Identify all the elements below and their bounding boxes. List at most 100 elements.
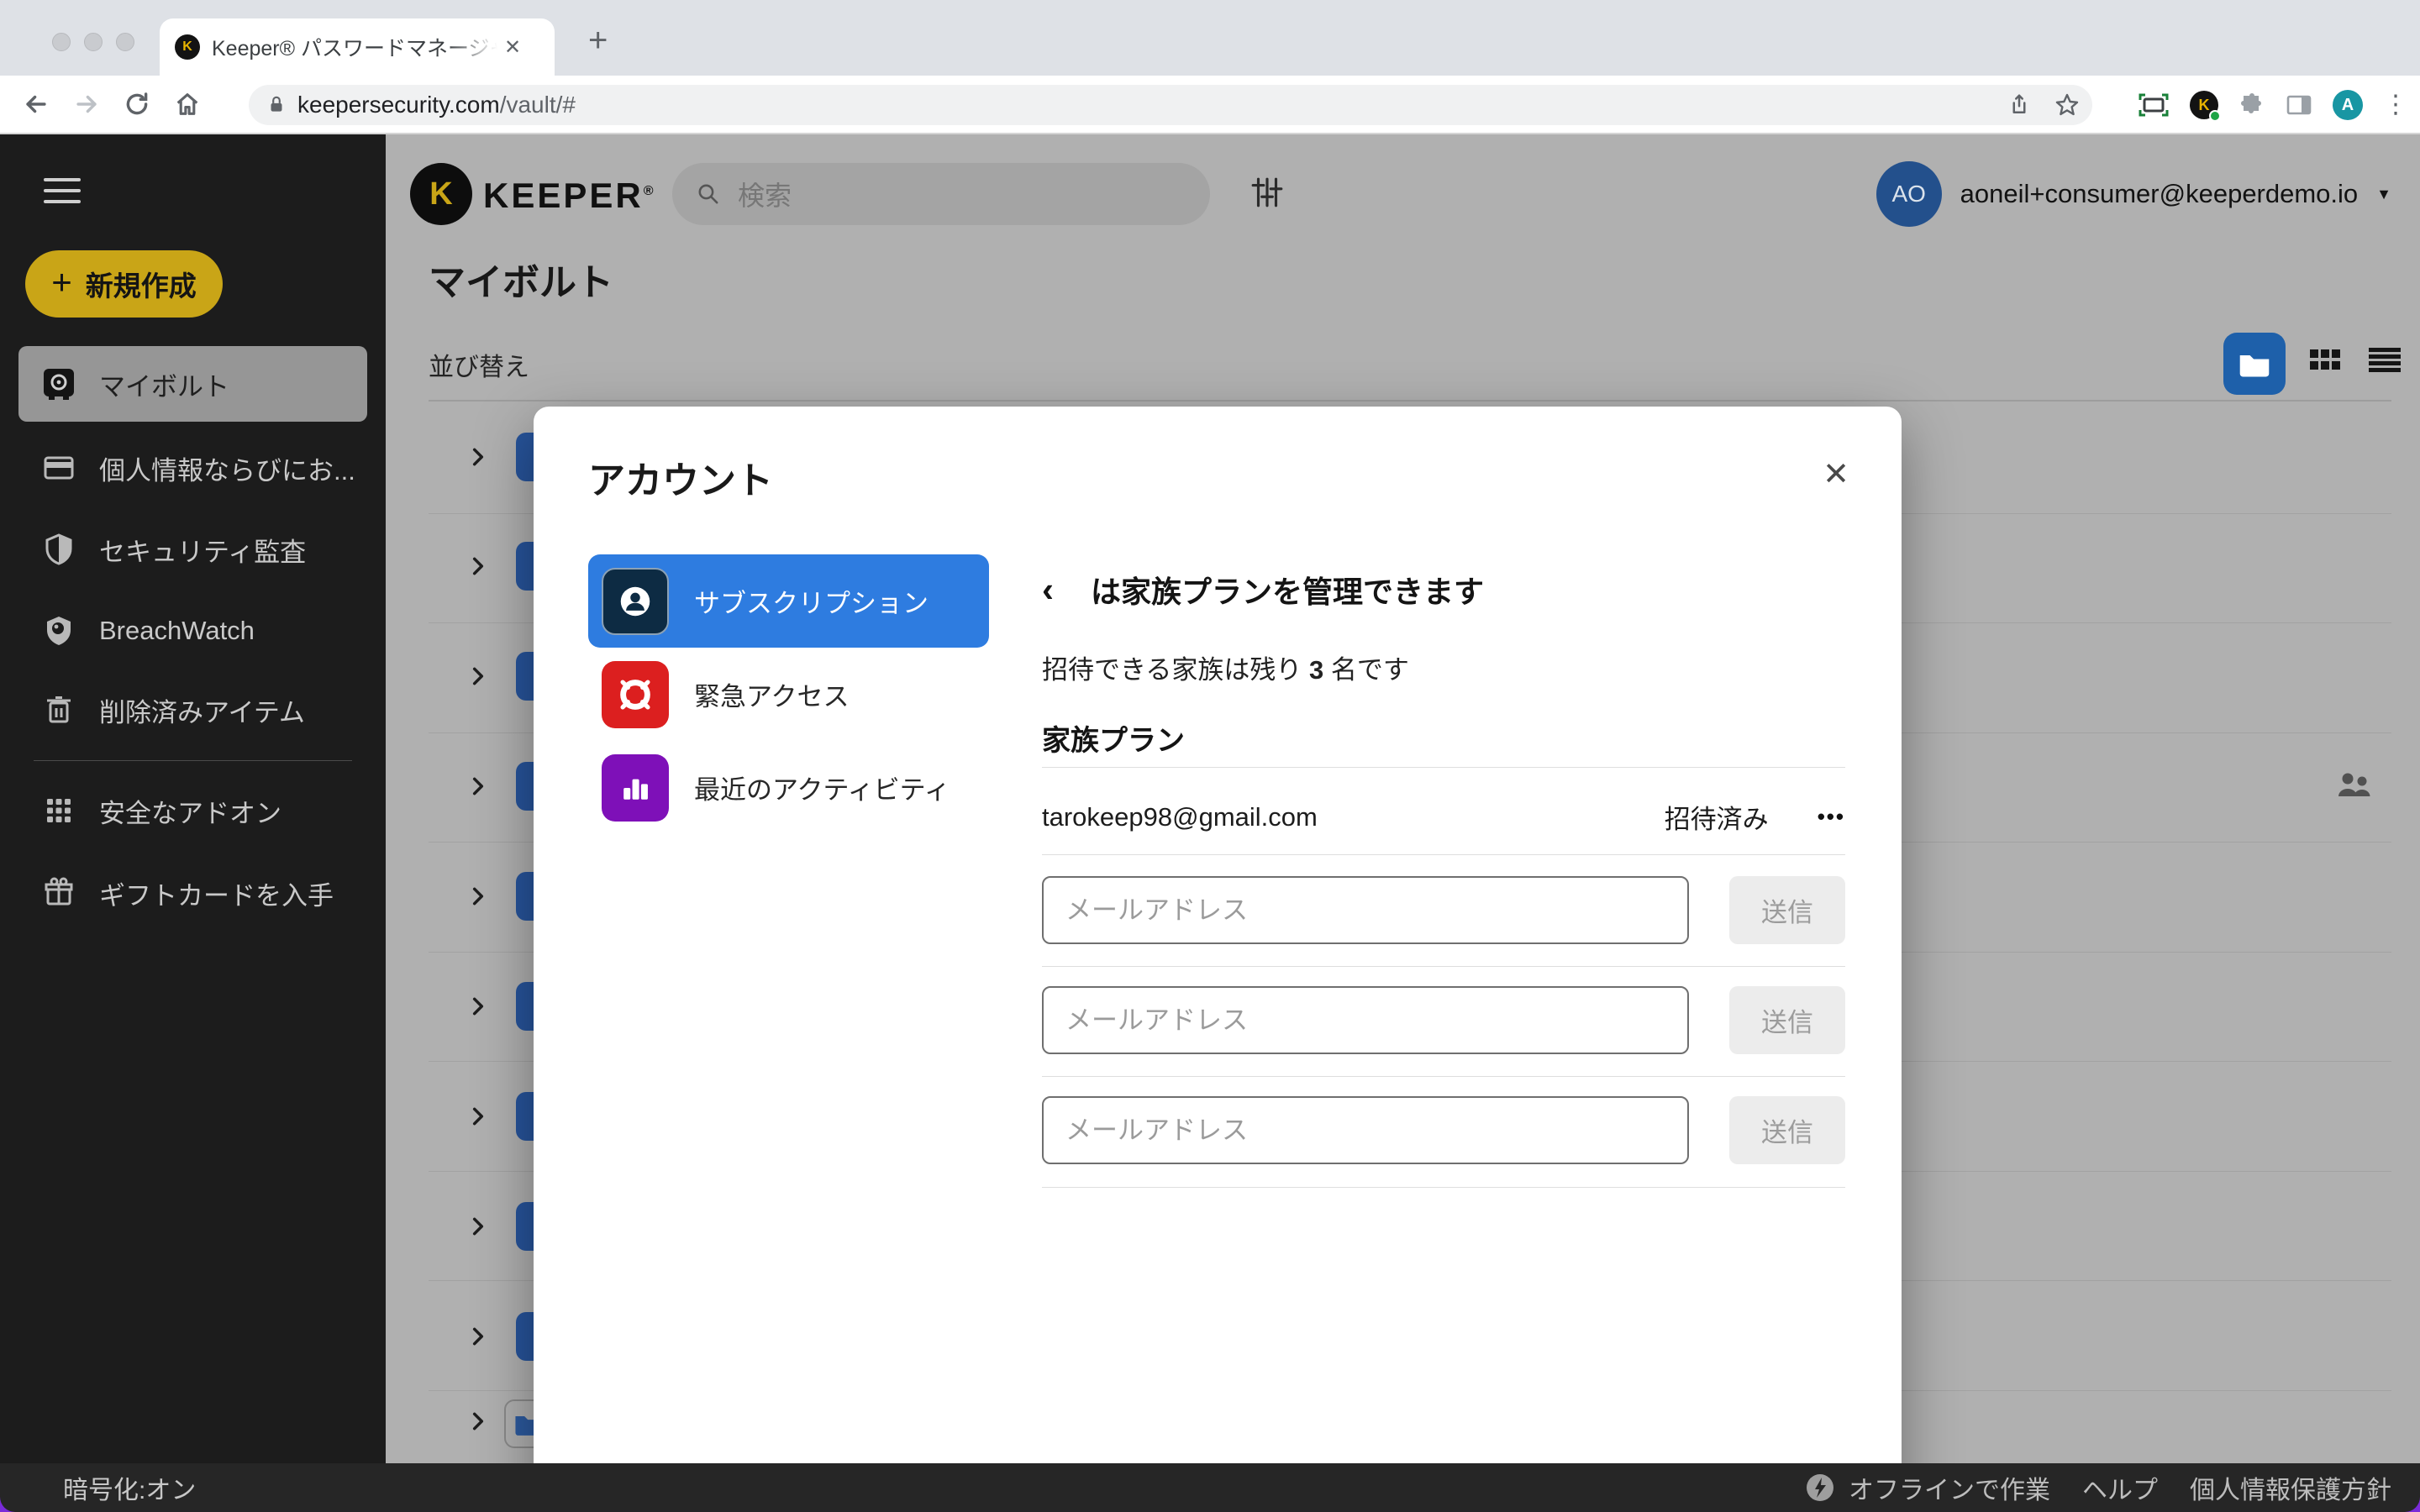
invite-row: 送信 — [1042, 986, 1845, 1054]
url-bar[interactable]: keepersecurity.com/vault/# — [249, 85, 2092, 125]
offline-mode-link[interactable]: オフラインで作業 — [1805, 1469, 2050, 1506]
account-avatar: AO — [1876, 161, 1942, 227]
folder-view-button[interactable] — [2223, 333, 2286, 395]
modal-menu-item-recent-activity[interactable]: 最近のアクティビティ — [588, 741, 989, 834]
sidebar: + 新規作成 マイボルト 個人情報ならびにお... セキュリティ監査 — [0, 134, 386, 1512]
divider — [1042, 1076, 1845, 1077]
create-new-label: 新規作成 — [86, 264, 197, 304]
chevron-right-icon[interactable] — [467, 446, 489, 468]
sidebar-item-label: セキュリティ監査 — [99, 531, 306, 569]
send-invite-button[interactable]: 送信 — [1729, 986, 1845, 1054]
gift-icon — [40, 876, 77, 910]
send-invite-button[interactable]: 送信 — [1729, 876, 1845, 944]
hamburger-menu-icon[interactable] — [44, 178, 81, 211]
divider — [1042, 966, 1845, 967]
family-member-row: tarokeep98@gmail.com 招待済み ••• — [1042, 798, 1845, 836]
account-modal: アカウント ✕ サブスクリプション 緊急アクセス — [534, 407, 1902, 1512]
tab-close-icon[interactable]: ✕ — [504, 35, 521, 60]
family-plan-section-title: 家族プラン — [1042, 717, 1185, 759]
window-close-button[interactable] — [52, 33, 71, 51]
sidebar-item-label: 削除済みアイテム — [99, 691, 305, 729]
status-bar: 暗号化:オン オフラインで作業 ヘルプ 個人情報保護方針 — [0, 1463, 2420, 1512]
chevron-right-icon[interactable] — [467, 775, 489, 797]
member-email: tarokeep98@gmail.com — [1042, 802, 1665, 832]
divider — [1042, 1187, 1845, 1188]
chevron-right-icon[interactable] — [467, 995, 489, 1017]
browser-toolbar: keepersecurity.com/vault/# K — [0, 76, 2420, 134]
account-email: aoneil+consumer@keeperdemo.io — [1960, 179, 2359, 209]
sidebar-item-label: マイボルト — [99, 365, 229, 403]
sidebar-item-identity-payments[interactable]: 個人情報ならびにお... — [18, 430, 367, 506]
grid-view-icon[interactable] — [2308, 348, 2342, 371]
sort-label[interactable]: 並び替え — [429, 346, 529, 383]
modal-menu-label: サブスクリプション — [694, 582, 929, 620]
invite-email-input[interactable] — [1042, 986, 1689, 1054]
chevron-down-icon: ▼ — [2376, 186, 2391, 203]
tab-title: Keeper® パスワードマネージャー — [212, 32, 497, 62]
vault-safe-icon — [40, 365, 77, 402]
back-icon[interactable] — [22, 90, 50, 118]
bookmark-star-icon[interactable] — [2054, 92, 2081, 118]
chevron-right-icon[interactable] — [467, 1215, 489, 1237]
folder-icon — [2238, 349, 2271, 378]
sidebar-item-deleted-items[interactable]: 削除済みアイテム — [18, 672, 367, 748]
sidebar-item-my-vault[interactable]: マイボルト — [18, 346, 367, 422]
invite-email-input[interactable] — [1042, 876, 1689, 944]
sidebar-item-gift-card[interactable]: ギフトカードを入手 — [18, 855, 367, 931]
chevron-right-icon[interactable] — [467, 1105, 489, 1127]
screen-capture-icon[interactable] — [2138, 92, 2170, 118]
modal-menu-item-subscription[interactable]: サブスクリプション — [588, 554, 989, 648]
plus-icon: + — [51, 265, 72, 300]
chevron-left-icon[interactable]: ‹ — [1042, 572, 1054, 607]
side-panel-icon[interactable] — [2286, 93, 2312, 117]
search-input[interactable]: 検索 — [672, 163, 1210, 225]
family-plan-heading: は家族プランを管理できます — [1091, 568, 1484, 612]
list-view-icon[interactable] — [2367, 346, 2402, 373]
chevron-right-icon[interactable] — [467, 885, 489, 907]
browser-chrome: K Keeper® パスワードマネージャー ✕ + keepersecurity… — [0, 0, 2420, 134]
window-zoom-button[interactable] — [116, 33, 134, 51]
shared-people-icon — [2335, 771, 2375, 801]
sidebar-item-security-audit[interactable]: セキュリティ監査 — [18, 512, 367, 587]
divider — [1042, 854, 1845, 855]
subscription-panel: ‹ は家族プランを管理できます 招待できる家族は残り 3 名です 家族プラン t… — [1042, 407, 1845, 1512]
account-menu[interactable]: AO aoneil+consumer@keeperdemo.io ▼ — [1876, 161, 2391, 227]
browser-menu-icon[interactable]: ⋮ — [2383, 92, 2408, 118]
home-icon[interactable] — [173, 90, 202, 118]
grid-dots-icon — [40, 795, 77, 827]
help-link[interactable]: ヘルプ — [2082, 1469, 2158, 1506]
chevron-right-icon[interactable] — [467, 665, 489, 687]
subscription-person-icon — [602, 568, 669, 635]
browser-profile-avatar[interactable]: A — [2333, 90, 2363, 120]
share-icon[interactable] — [2007, 92, 2032, 118]
trash-icon — [40, 693, 77, 727]
sidebar-item-secure-addons[interactable]: 安全なアドオン — [18, 773, 367, 848]
window-minimize-button[interactable] — [84, 33, 103, 51]
more-options-icon[interactable]: ••• — [1818, 804, 1845, 830]
keeper-favicon-icon: K — [175, 34, 200, 60]
sidebar-item-label: ギフトカードを入手 — [99, 874, 334, 912]
invite-email-input[interactable] — [1042, 1096, 1689, 1164]
forward-icon[interactable] — [72, 90, 101, 118]
content-divider — [429, 400, 2391, 402]
url-host: keepersecurity.com — [297, 92, 500, 118]
extensions-puzzle-icon[interactable] — [2238, 92, 2265, 118]
sidebar-item-label: 個人情報ならびにお... — [99, 449, 355, 487]
privacy-policy-link[interactable]: 個人情報保護方針 — [2190, 1469, 2391, 1506]
chevron-right-icon[interactable] — [467, 1326, 489, 1347]
chevron-right-icon[interactable] — [467, 1410, 489, 1432]
chevron-right-icon[interactable] — [467, 555, 489, 577]
send-invite-button[interactable]: 送信 — [1729, 1096, 1845, 1164]
search-icon — [694, 180, 723, 208]
sidebar-divider — [34, 760, 352, 761]
create-new-button[interactable]: + 新規作成 — [25, 250, 223, 318]
divider — [1042, 767, 1845, 768]
browser-tab[interactable]: K Keeper® パスワードマネージャー ✕ — [160, 18, 555, 76]
sidebar-item-breachwatch[interactable]: BreachWatch — [18, 593, 367, 669]
reload-icon[interactable] — [123, 90, 151, 118]
lifebuoy-icon — [602, 661, 669, 728]
filter-sliders-icon[interactable] — [1249, 175, 1285, 210]
new-tab-button[interactable]: + — [588, 24, 608, 57]
keeper-extension-icon[interactable]: K — [2190, 91, 2218, 119]
modal-menu-item-emergency-access[interactable]: 緊急アクセス — [588, 648, 989, 741]
